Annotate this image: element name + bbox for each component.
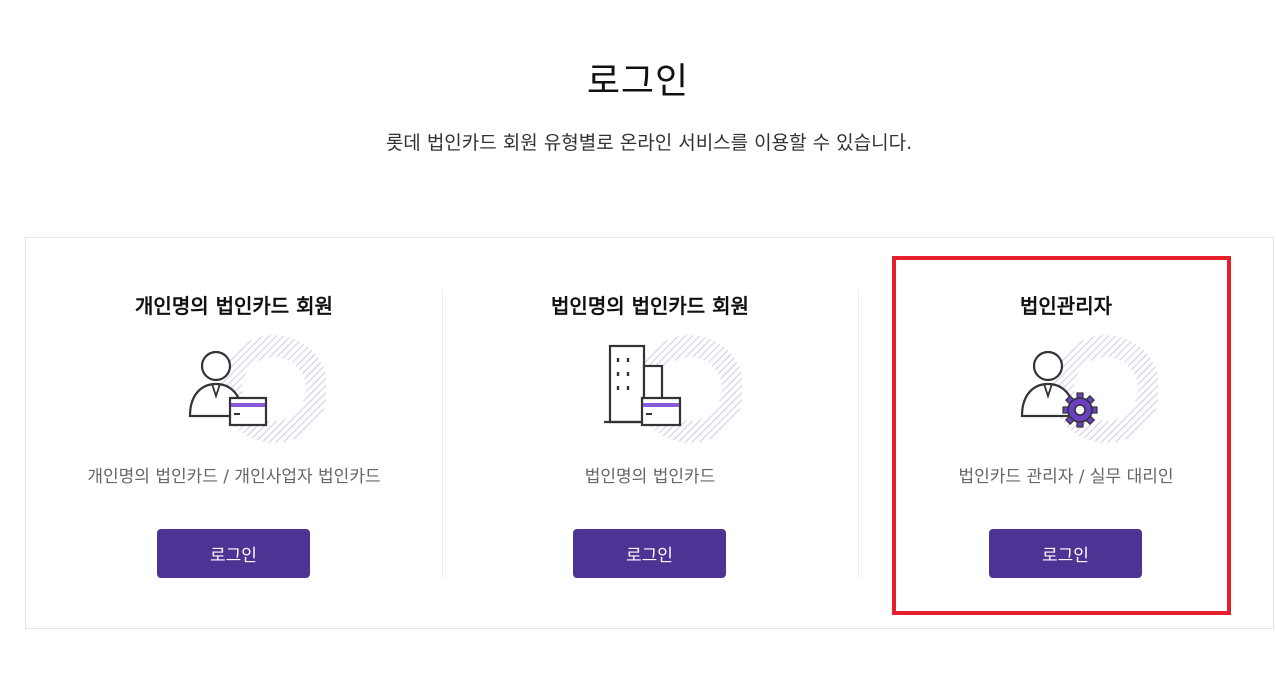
personal-card-login-button[interactable]: 로그인 (157, 529, 310, 578)
login-type-panel: 개인명의 법인카드 회원 개인명의 법인카드 / 개인사업자 법인카드 로그인 … (25, 237, 1274, 629)
page-subtitle: 롯데 법인카드 회원 유형별로 온라인 서비스를 이용할 수 있습니다. (385, 132, 913, 154)
personal-card-member-section: 개인명의 법인카드 회원 개인명의 법인카드 / 개인사업자 법인카드 로그인 (26, 238, 442, 628)
section-description: 개인명의 법인카드 / 개인사업자 법인카드 (87, 467, 381, 487)
section-description: 법인카드 관리자 / 실무 대리인 (958, 467, 1174, 487)
corporate-card-login-button[interactable]: 로그인 (573, 529, 726, 578)
section-title: 개인명의 법인카드 회원 (135, 294, 333, 318)
section-title: 법인관리자 (1020, 294, 1112, 318)
person-gear-icon (1020, 335, 1158, 443)
person-card-icon (188, 335, 326, 443)
corporate-card-member-section: 법인명의 법인카드 회원 법인명의 법인카드 로그인 (442, 238, 858, 628)
section-title: 법인명의 법인카드 회원 (551, 294, 749, 318)
corporate-admin-section: 법인관리자 법인카드 관리자 / 실무 대리인 로그인 (858, 238, 1274, 628)
corporate-admin-login-button[interactable]: 로그인 (989, 529, 1142, 578)
section-description: 법인명의 법인카드 (584, 467, 716, 487)
building-card-icon (604, 335, 742, 443)
page-title: 로그인 (586, 61, 690, 102)
